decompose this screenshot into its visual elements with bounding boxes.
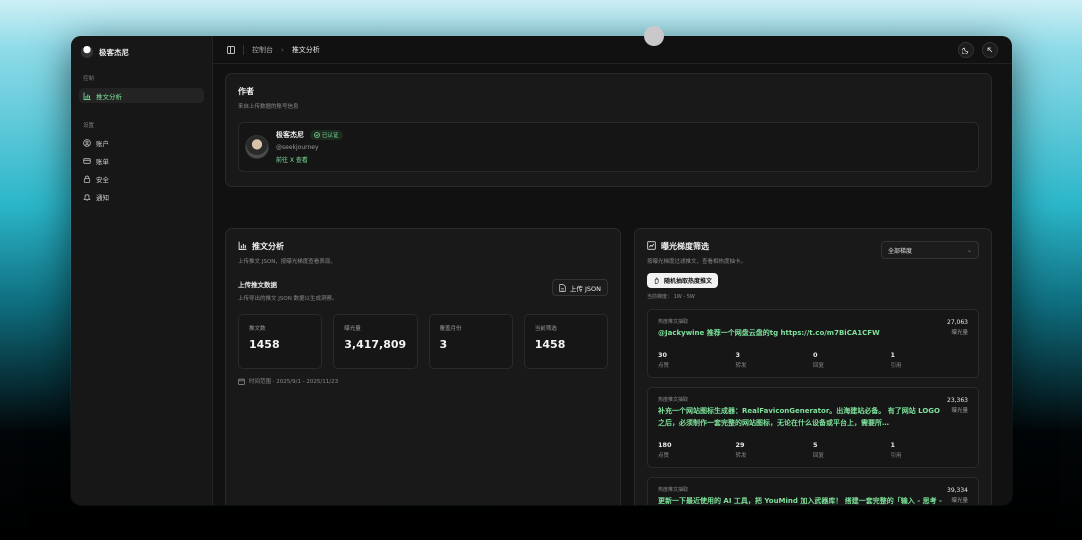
tweet-analysis-card: 推文分析 上传推文 JSON，按曝光梯度查看表现。 上传推文数据 上传导出的推文… xyxy=(225,228,621,505)
breadcrumb-dashboard[interactable]: 控制台 xyxy=(252,45,273,55)
user-menu-button[interactable] xyxy=(982,41,998,58)
time-range: 时间范围 · 2025/9/1 - 2025/11/23 xyxy=(238,377,608,385)
card-icon xyxy=(83,157,91,165)
analysis-subtitle: 上传推文 JSON，按曝光梯度查看表现。 xyxy=(238,259,336,265)
bar-chart-icon xyxy=(238,241,247,252)
filter-title: 曝光梯度筛选 xyxy=(661,242,709,251)
chevron-down-icon: ⌄ xyxy=(966,246,972,254)
upload-json-button[interactable]: 上传 JSON xyxy=(551,279,608,296)
stat-months: 覆盖月份 3 xyxy=(428,314,513,369)
bar-chart-icon xyxy=(83,92,91,100)
exposure-filter-card: 曝光梯度筛选 按曝光梯度过滤推文，查看相热度抽卡。 全部梯度 ⌄ 随机抽取热度推… xyxy=(634,228,992,505)
lock-icon xyxy=(83,175,91,183)
chevron-right-icon: › xyxy=(281,45,284,54)
sidebar-item-label: 安全 xyxy=(96,175,109,184)
tweet-text[interactable]: 补充一个网站图标生成器：RealFaviconGenerator。出海建站必备。… xyxy=(658,405,943,429)
stats-grid: 推文数 1458 曝光量 3,417,809 覆盖月份 3 当前筛选 1458 xyxy=(238,314,608,369)
filter-chart-icon xyxy=(647,241,656,252)
author-handle: @seekjourney xyxy=(276,144,319,151)
gradient-select[interactable]: 全部梯度 ⌄ xyxy=(881,241,979,259)
sidebar-item-security[interactable]: 安全 xyxy=(79,171,204,186)
tweet-views: 23,363 曝光量 xyxy=(947,397,968,414)
random-draw-button[interactable]: 随机抽取热度推文 xyxy=(647,273,719,288)
tweet-text[interactable]: @Jackywine 推荐一个网盘云盘的tg https://t.co/m7Bi… xyxy=(658,327,943,339)
tweet-views: 39,334 曝光量 xyxy=(947,487,968,504)
hand-icon xyxy=(654,277,659,284)
main-area: 控制台 › 推文分析 作者 来自上传数据的账号信息 极客杰尼 已认证 @seek… xyxy=(213,36,1012,505)
brand-logo-icon xyxy=(81,46,93,58)
file-icon xyxy=(559,283,566,292)
sidebar-item-label: 通知 xyxy=(96,193,109,202)
analysis-title: 推文分析 xyxy=(252,242,284,251)
current-gradient-note: 当前梯度： 1W - 5W xyxy=(647,294,695,300)
sidebar-item-label: 账户 xyxy=(96,139,109,148)
stat-current-filter: 当前筛选 1458 xyxy=(523,314,608,369)
camera-indicator xyxy=(644,26,664,46)
upload-subtitle: 上传导出的推文 JSON 数据以生成洞察。 xyxy=(238,296,338,302)
author-name: 极客杰尼 xyxy=(276,131,304,139)
calendar-icon xyxy=(238,377,245,385)
author-card-title: 作者 xyxy=(238,87,254,96)
tweet-card[interactable]: 热度推文抽取 更新一下最近使用的 AI 工具，把 YouMind 加入武器库！ … xyxy=(647,477,979,505)
tweet-metrics: 180 点赞 29 转发 5 回复 1 引用 xyxy=(658,441,902,459)
stat-tweet-count: 推文数 1458 xyxy=(238,314,323,369)
sidebar-item-label: 推文分析 xyxy=(96,92,122,101)
toggle-sidebar-icon[interactable] xyxy=(227,45,235,54)
sidebar: 极客杰尼 控制 推文分析 设置 账户 账单 安全 通知 xyxy=(71,36,213,505)
tweet-views: 27,063 曝光量 xyxy=(947,319,968,336)
brand-name: 极客杰尼 xyxy=(99,47,129,57)
sidebar-section-control: 控制 xyxy=(83,76,95,82)
sidebar-item-account[interactable]: 账户 xyxy=(79,135,204,150)
sidebar-item-label: 账单 xyxy=(96,157,109,166)
sidebar-item-billing[interactable]: 账单 xyxy=(79,153,204,168)
sidebar-item-tweet-analysis[interactable]: 推文分析 xyxy=(79,88,204,103)
topbar: 控制台 › 推文分析 xyxy=(213,36,1012,64)
verified-badge: 已认证 xyxy=(310,130,343,140)
breadcrumb-current: 推文分析 xyxy=(291,45,320,54)
tweet-card[interactable]: 热度推文抽取 @Jackywine 推荐一个网盘云盘的tg https://t.… xyxy=(647,309,979,378)
tweet-text[interactable]: 更新一下最近使用的 AI 工具，把 YouMind 加入武器库！ 搭建一套完整的… xyxy=(658,495,943,505)
stat-impressions: 曝光量 3,417,809 xyxy=(333,314,418,369)
tweet-card[interactable]: 热度推文抽取 补充一个网站图标生成器：RealFaviconGenerator。… xyxy=(647,387,979,468)
app-window: 极客杰尼 控制 推文分析 设置 账户 账单 安全 通知 控制台 › 推文分析 作… xyxy=(71,36,1012,505)
sidebar-item-notifications[interactable]: 通知 xyxy=(79,189,204,204)
avatar xyxy=(245,135,269,159)
theme-toggle-button[interactable] xyxy=(958,41,974,58)
check-circle-icon xyxy=(314,132,320,138)
content: 作者 来自上传数据的账号信息 极客杰尼 已认证 @seekjourney 前往 … xyxy=(213,64,1012,505)
upload-title: 上传推文数据 xyxy=(238,281,277,289)
tweet-metrics: 30 点赞 3 转发 0 回复 1 引用 xyxy=(658,351,902,369)
bell-icon xyxy=(83,193,91,201)
brand[interactable]: 极客杰尼 xyxy=(81,45,202,59)
view-on-x-link[interactable]: 前往 X 查看 xyxy=(276,155,343,164)
user-circle-icon xyxy=(83,138,91,147)
sidebar-section-settings: 设置 xyxy=(83,123,95,129)
author-card-subtitle: 来自上传数据的账号信息 xyxy=(238,104,299,110)
filter-subtitle: 按曝光梯度过滤推文，查看相热度抽卡。 xyxy=(647,259,747,265)
author-profile: 极客杰尼 已认证 @seekjourney 前往 X 查看 xyxy=(238,122,979,172)
author-card: 作者 来自上传数据的账号信息 极客杰尼 已认证 @seekjourney 前往 … xyxy=(225,73,992,187)
